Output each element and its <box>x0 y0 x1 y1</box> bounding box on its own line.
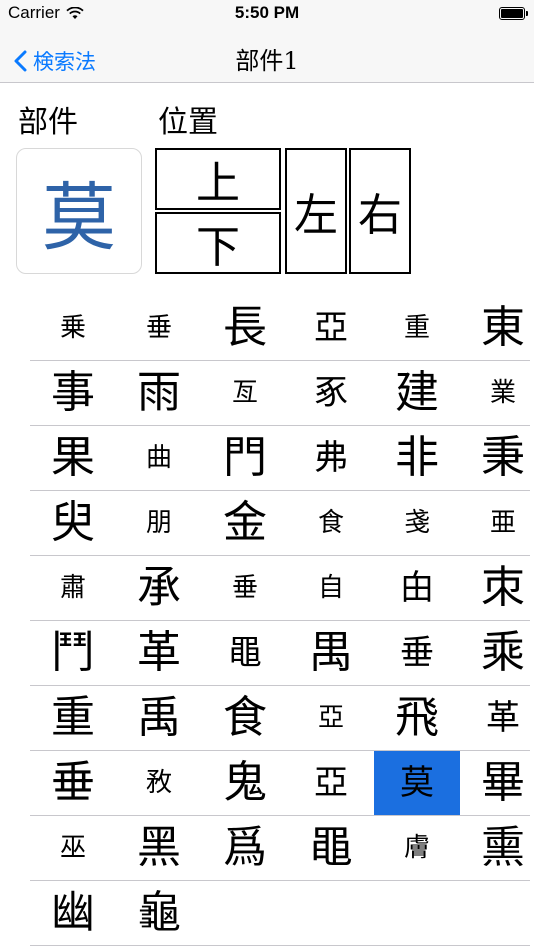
component-cell[interactable]: 革 <box>460 686 534 750</box>
component-cell[interactable]: 膚 <box>374 816 460 880</box>
grid-row: 重禹食亞飛革 <box>30 686 530 751</box>
component-cell[interactable]: 熏 <box>460 816 534 880</box>
grid-row: 巫黑爲黽膚熏 <box>30 816 530 881</box>
component-cell[interactable]: 重 <box>374 296 460 360</box>
component-cell[interactable]: 亜 <box>460 491 534 555</box>
component-cell[interactable]: 垂 <box>30 751 116 815</box>
component-cell[interactable]: 乘 <box>460 621 534 685</box>
position-top-button[interactable]: 上 <box>155 148 281 210</box>
component-cell[interactable]: 非 <box>374 426 460 490</box>
component-cell[interactable]: 乗 <box>30 296 116 360</box>
grid-row: 垂敄鬼亞莫畢 <box>30 751 530 816</box>
component-cell[interactable]: 亙 <box>202 361 288 425</box>
component-cell[interactable]: 朿 <box>460 556 534 620</box>
page-title: 部件1 <box>235 47 299 75</box>
battery-icon <box>499 7 528 20</box>
component-cell[interactable]: 業 <box>460 361 534 425</box>
component-cell[interactable]: 垂 <box>374 621 460 685</box>
component-cell[interactable]: 亞 <box>288 686 374 750</box>
component-cell[interactable]: 臾 <box>30 491 116 555</box>
position-right-label: 右 <box>358 190 402 241</box>
grid-row: 肅承垂自甶朿 <box>30 556 530 621</box>
component-cell[interactable]: 黑 <box>116 816 202 880</box>
status-bar: Carrier 5:50 PM <box>0 0 534 40</box>
component-cell[interactable]: 巫 <box>30 816 116 880</box>
component-cell[interactable]: 承 <box>116 556 202 620</box>
navigation-bar: 検索法 部件1 <box>0 40 534 83</box>
component-cell[interactable]: 鬼 <box>202 751 288 815</box>
component-cell[interactable]: 長 <box>202 296 288 360</box>
component-cell[interactable]: 甶 <box>374 556 460 620</box>
position-bottom-label: 下 <box>196 222 240 273</box>
position-right-button[interactable]: 右 <box>349 148 411 274</box>
component-cell[interactable]: 革 <box>116 621 202 685</box>
selected-part-card[interactable]: 莫 <box>16 148 142 274</box>
position-left-button[interactable]: 左 <box>285 148 347 274</box>
selected-part-char: 莫 <box>42 174 116 261</box>
component-cell[interactable]: 黽 <box>202 621 288 685</box>
component-cell[interactable]: 垂 <box>202 556 288 620</box>
component-cell[interactable]: 亞 <box>288 751 374 815</box>
component-cell[interactable]: 弗 <box>288 426 374 490</box>
component-cell[interactable]: 食 <box>202 686 288 750</box>
component-cell[interactable]: 龜 <box>116 881 202 945</box>
grid-row: 幽龜 <box>30 881 530 946</box>
component-cell[interactable]: 黽 <box>288 816 374 880</box>
position-bottom-button[interactable]: 下 <box>155 212 281 274</box>
component-grid: 乗垂長亞重東事雨亙豖建業果曲門弗非秉臾朋金食戔亜肅承垂自甶朿鬥革黽禺垂乘重禹食亞… <box>30 296 530 946</box>
component-cell[interactable]: 畢 <box>460 751 534 815</box>
component-cell[interactable]: 敄 <box>116 751 202 815</box>
component-cell[interactable]: 自 <box>288 556 374 620</box>
component-cell[interactable]: 爲 <box>202 816 288 880</box>
component-cell[interactable]: 建 <box>374 361 460 425</box>
position-top-label: 上 <box>196 158 240 209</box>
component-cell[interactable]: 朋 <box>116 491 202 555</box>
position-label: 位置 <box>158 105 218 140</box>
grid-row: 乗垂長亞重東 <box>30 296 530 361</box>
grid-row: 臾朋金食戔亜 <box>30 491 530 556</box>
component-cell[interactable]: 事 <box>30 361 116 425</box>
component-cell[interactable]: 豖 <box>288 361 374 425</box>
component-cell[interactable]: 亞 <box>288 296 374 360</box>
position-left-label: 左 <box>294 190 338 241</box>
grid-row: 事雨亙豖建業 <box>30 361 530 426</box>
component-cell[interactable]: 門 <box>202 426 288 490</box>
component-cell[interactable]: 戔 <box>374 491 460 555</box>
status-time: 5:50 PM <box>234 3 300 22</box>
component-cell[interactable]: 果 <box>30 426 116 490</box>
component-cell[interactable]: 垂 <box>116 296 202 360</box>
component-cell[interactable]: 鬥 <box>30 621 116 685</box>
component-cell[interactable]: 重 <box>30 686 116 750</box>
component-cell[interactable]: 禹 <box>116 686 202 750</box>
component-cell[interactable]: 東 <box>460 296 534 360</box>
component-cell[interactable]: 肅 <box>30 556 116 620</box>
component-cell[interactable]: 飛 <box>374 686 460 750</box>
component-cell-selected[interactable]: 莫 <box>374 751 460 815</box>
part-label: 部件 <box>18 105 78 140</box>
component-cell[interactable]: 雨 <box>116 361 202 425</box>
component-cell[interactable]: 禺 <box>288 621 374 685</box>
component-cell[interactable]: 金 <box>202 491 288 555</box>
grid-row: 鬥革黽禺垂乘 <box>30 621 530 686</box>
grid-row: 果曲門弗非秉 <box>30 426 530 491</box>
component-cell[interactable]: 食 <box>288 491 374 555</box>
component-cell[interactable]: 秉 <box>460 426 534 490</box>
component-cell[interactable]: 幽 <box>30 881 116 945</box>
component-cell[interactable]: 曲 <box>116 426 202 490</box>
